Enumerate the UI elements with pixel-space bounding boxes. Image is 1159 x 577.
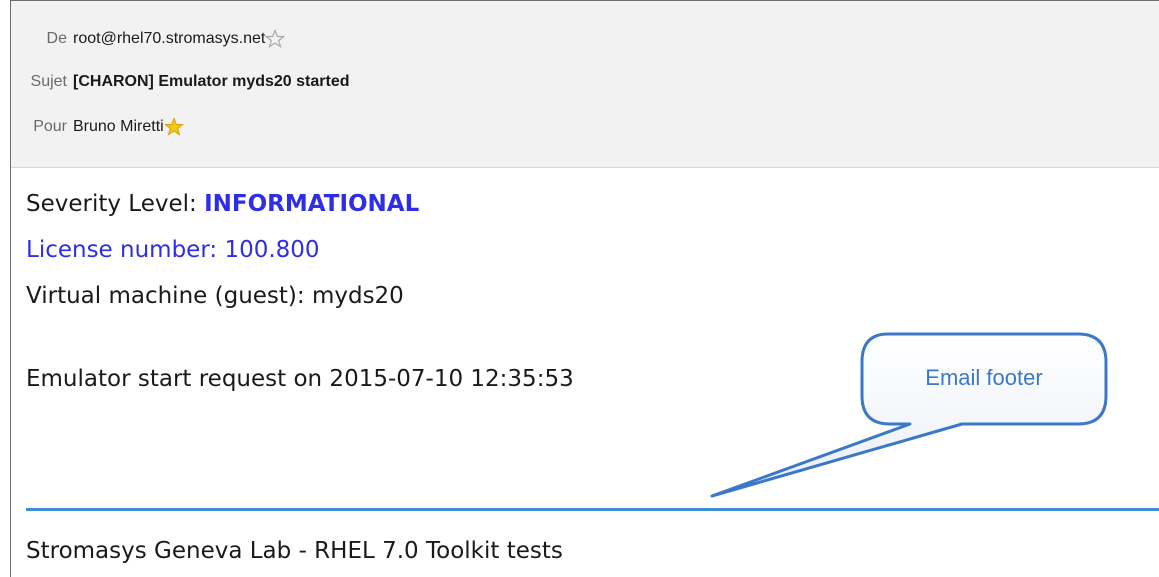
subject-label: Sujet — [30, 73, 67, 90]
severity-line: Severity Level: INFORMATIONAL — [26, 191, 419, 217]
star-filled-icon[interactable] — [163, 117, 184, 137]
license-line: License number: 100.800 — [26, 237, 320, 263]
star-outline-icon[interactable] — [265, 29, 286, 49]
callout-label: Email footer — [925, 365, 1043, 390]
footer-divider — [26, 508, 1159, 511]
severity-label: Severity Level: — [26, 191, 205, 217]
email-message-view: De root@rhel70.stromasys.net Sujet [CHAR… — [10, 0, 1159, 577]
vm-line: Virtual machine (guest): myds20 — [26, 283, 404, 309]
to-row: Pour Bruno Miretti — [11, 112, 184, 142]
email-footer-text: Stromasys Geneva Lab - RHEL 7.0 Toolkit … — [26, 538, 563, 564]
to-name[interactable]: Bruno Miretti — [73, 118, 164, 136]
to-label: Pour — [33, 118, 67, 135]
from-label: De — [46, 30, 67, 47]
subject-value: [CHARON] Emulator myds20 started — [73, 73, 350, 90]
from-row: De root@rhel70.stromasys.net — [11, 24, 286, 54]
severity-value: INFORMATIONAL — [204, 191, 420, 217]
start-request-line: Emulator start request on 2015-07-10 12:… — [26, 366, 574, 392]
from-address[interactable]: root@rhel70.stromasys.net — [73, 30, 265, 48]
email-header: De root@rhel70.stromasys.net Sujet [CHAR… — [11, 1, 1159, 168]
subject-row: Sujet [CHARON] Emulator myds20 started — [11, 67, 350, 97]
